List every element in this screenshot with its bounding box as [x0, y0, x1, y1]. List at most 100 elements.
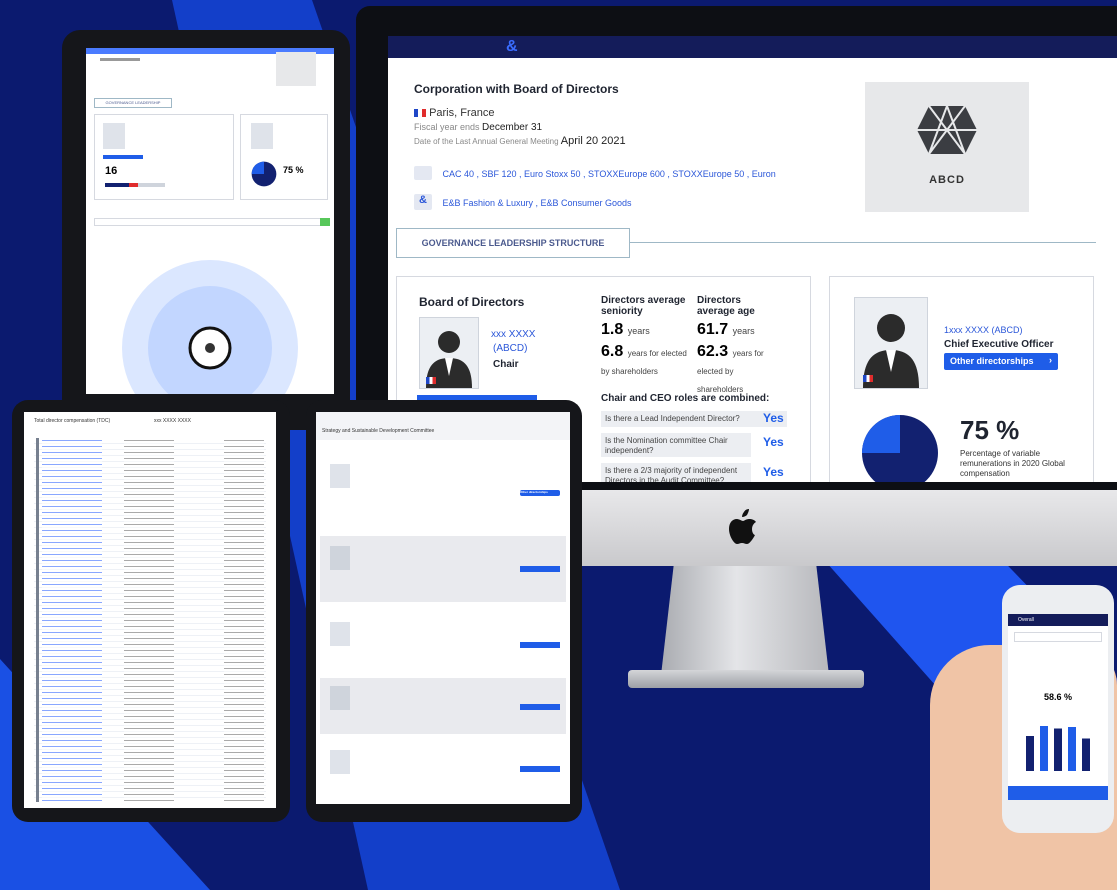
other-directorships-button[interactable]	[520, 642, 560, 648]
question-answer: Yes	[763, 465, 784, 479]
phone-bar	[1026, 736, 1034, 771]
seniority-value: 1.8	[601, 321, 624, 338]
directorships-button[interactable]	[103, 155, 143, 159]
value-column	[224, 438, 264, 802]
phone-header-label[interactable]: Overall	[1018, 617, 1034, 623]
phone-percent: 58.6 %	[1043, 692, 1073, 702]
compensation-table-header-right: xxx XXXX XXXX	[154, 418, 191, 424]
avatar	[103, 123, 125, 149]
board-title: Board of Directors	[419, 295, 525, 309]
phone-bar	[1054, 728, 1062, 771]
france-flag-icon	[426, 377, 436, 384]
avatar	[330, 546, 350, 570]
seniority-unit: years	[627, 326, 650, 336]
phone-bar	[1068, 727, 1076, 771]
seniority-elected-row: 6.8 years for elected by shareholders	[601, 343, 691, 379]
other-directorships-button[interactable]	[520, 566, 560, 572]
button-label: Other directorships	[950, 356, 1034, 366]
variable-remuneration-desc: Percentage of variable remunerations in …	[960, 449, 1065, 478]
committee-member-4	[320, 678, 566, 734]
phone-bar-chart	[1026, 726, 1090, 771]
committee-member-1: Other directorships	[320, 452, 566, 524]
age-value: 61.7	[697, 321, 729, 338]
table-row-markers	[36, 438, 39, 802]
question-row-1: Is there a Lead Independent Director?	[601, 411, 787, 427]
age-value-row: 61.7 years	[697, 321, 755, 339]
avatar	[330, 622, 350, 646]
phone-bar	[1082, 738, 1090, 771]
chevron-right-icon: ›	[1049, 355, 1052, 365]
question-answer: Yes	[763, 411, 784, 425]
tab-governance-leadership[interactable]: GOVERNANCE LEADERSHIP STRUCTURE	[396, 228, 630, 258]
question-text: Is there a Lead Independent Director?	[605, 414, 740, 423]
ceo-avatar	[854, 297, 928, 389]
france-flag-icon	[863, 375, 873, 382]
director-name-column[interactable]	[42, 438, 102, 802]
other-directorships-button[interactable]	[520, 704, 560, 710]
france-flag-icon	[414, 109, 426, 118]
chair-avatar	[419, 317, 479, 389]
compensation-table-title: Total director compensation (TDC)	[34, 418, 111, 424]
ceo-name[interactable]: 1xxx XXXX (ABCD)	[944, 325, 1023, 335]
imac-chin	[565, 490, 1117, 566]
company-logo-icon	[917, 105, 977, 155]
tablet-left-board-card: 16	[94, 114, 234, 200]
indices-row: CAC 40 , SBF 120 , Euro Stoxx 50 , STOXX…	[414, 164, 776, 182]
phone-header-bar: Overall	[1008, 614, 1108, 626]
committee-member-3	[320, 616, 566, 672]
chart-trend-icon	[414, 165, 432, 180]
company-title: Corporation with Board of Directors	[414, 82, 619, 96]
question-text: Is there a 2/3 majority of independent D…	[605, 466, 738, 482]
compensation-table	[34, 438, 266, 802]
brand-logo-icon[interactable]: &	[506, 38, 518, 56]
age-unit: years	[732, 326, 755, 336]
avatar	[330, 750, 350, 774]
other-directorships-button[interactable]: Other directorships ›	[944, 353, 1058, 370]
committee-header-bar	[316, 412, 570, 440]
fiscal-year: Fiscal year ends December 31	[414, 122, 542, 133]
fiscal-year-value: December 31	[482, 122, 543, 133]
chair-name-code[interactable]: (ABCD)	[493, 343, 527, 354]
chair-name[interactable]: xxx XXXX	[491, 329, 535, 340]
tablet-left-section-tab[interactable]: GOVERNANCE LEADERSHIP STRUCTURE	[94, 98, 172, 108]
seniority-value-row: 1.8 years	[601, 321, 650, 339]
agm-label: Date of the Last Annual General Meeting	[414, 137, 559, 146]
question-row-2: Is the Nomination committee Chair indepe…	[601, 433, 751, 457]
pie-slice	[862, 415, 900, 453]
indices-link[interactable]: CAC 40 , SBF 120 , Euro Stoxx 50 , STOXX…	[442, 169, 775, 179]
tablet-middle-screen: Strategy and Sustainable Development Com…	[316, 412, 570, 804]
question-row-3: Is there a 2/3 majority of independent D…	[601, 463, 751, 482]
age-elected-value: 62.3	[697, 343, 729, 360]
ceo-card: 1xxx XXXX (ABCD) Chief Executive Officer…	[829, 276, 1094, 482]
sector-ampersand-icon: &	[414, 193, 432, 210]
top-navigation-bar: &	[388, 36, 1117, 58]
committee-member-2	[320, 536, 566, 602]
imac-base	[628, 670, 864, 688]
tablet-left-filter-apply-button[interactable]	[320, 218, 330, 226]
fiscal-year-label: Fiscal year ends	[414, 122, 480, 132]
other-directorships-button[interactable]: Other directorships	[520, 490, 560, 496]
avatar	[251, 123, 273, 149]
sectors-link[interactable]: E&B Fashion & Luxury , E&B Consumer Good…	[442, 198, 631, 208]
board-composition-bar	[105, 183, 165, 187]
chair-role: Chair	[493, 359, 519, 370]
apple-logo-icon	[729, 509, 756, 544]
committee-member-5	[320, 742, 566, 798]
phone-filter[interactable]	[1014, 632, 1102, 642]
compensation-pie-chart	[862, 415, 938, 482]
board-count-value: 16	[105, 165, 118, 177]
seniority-elected-value: 6.8	[601, 343, 624, 360]
company-logo: ABCD	[865, 82, 1029, 212]
agm-value: April 20 2021	[560, 135, 626, 147]
age-elected-row: 62.3 years for elected by shareholders	[697, 343, 779, 397]
tablet-left-logo	[276, 52, 316, 86]
other-directorships-button[interactable]	[520, 766, 560, 772]
company-location: Paris, France	[414, 107, 494, 119]
tablet-left-title-line	[100, 58, 140, 61]
tablet-left-pie-chart	[251, 161, 277, 187]
tablet-bottom-left-screen: Total director compensation (TDC) xxx XX…	[24, 412, 276, 808]
avatar	[330, 464, 350, 488]
tablet-left-filter-bar[interactable]	[94, 218, 330, 226]
question-answer: Yes	[763, 435, 784, 449]
tablet-left-ceo-card: 75 %	[240, 114, 328, 200]
